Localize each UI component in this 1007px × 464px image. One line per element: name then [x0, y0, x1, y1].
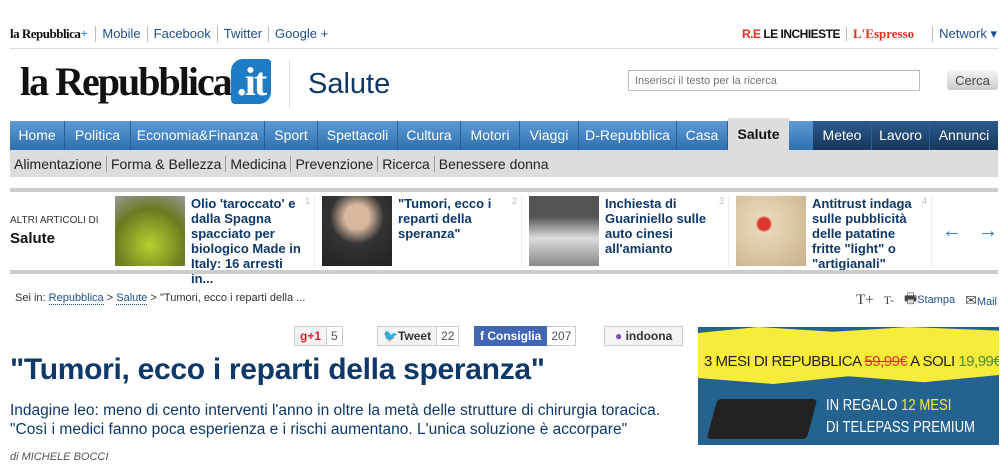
print-label: Stampa [917, 294, 956, 306]
carousel-item-title: "Tumori, ecco i reparti della speranza" [398, 196, 492, 241]
gplus-count: 5 [327, 326, 343, 346]
carousel-item[interactable]: "Tumori, ecco i reparti della speranza" … [322, 196, 522, 268]
subnav-alimentazione[interactable]: Alimentazione [14, 156, 106, 172]
link-google-plus[interactable]: Google + [268, 26, 334, 42]
sub-nav: Alimentazione Forma & Bellezza Medicina … [10, 150, 998, 177]
nav-salute[interactable]: Salute [728, 118, 789, 150]
indoona-icon: ● [615, 329, 626, 343]
nav-motori[interactable]: Motori [461, 121, 520, 150]
pata-chips-thumbnail [736, 196, 806, 266]
main-nav: Home Politica Economia&Finanza Sport Spe… [10, 118, 998, 150]
breadcrumb-repubblica[interactable]: Repubblica [48, 292, 104, 305]
indoona-label: ● indoona [604, 326, 684, 346]
mail-label: Mail [976, 295, 997, 308]
gplus-label: g+1 [294, 326, 328, 346]
subnav-forma-bellezza[interactable]: Forma & Bellezza [105, 155, 225, 172]
tweet-label: 🐦Tweet [377, 326, 438, 346]
facebook-label: f Consiglia [474, 326, 548, 346]
nav-home[interactable]: Home [10, 121, 65, 150]
link-facebook[interactable]: Facebook [146, 26, 217, 42]
tablet-image [706, 399, 818, 439]
network-links: R.E LE INCHIESTE L'Espresso Network ▾ [742, 26, 997, 42]
increase-font-button[interactable]: T+ [856, 292, 874, 309]
carousel-label: ALTRI ARTICOLI DI Salute [10, 215, 99, 247]
carousel-item-title: Olio 'taroccato' e dalla Spagna spacciat… [191, 196, 301, 286]
carousel-item-number: 3 [718, 196, 724, 206]
article-tools: T+ T- 🖶Stampa ✉Mail [856, 288, 997, 312]
carousel-item[interactable]: Olio 'taroccato' e dalla Spagna spacciat… [115, 196, 315, 286]
ad-line-3: DI TELEPASS PREMIUM [826, 419, 975, 436]
subnav-medicina[interactable]: Medicina [225, 155, 290, 172]
byline: di MICHELE BOCCI [10, 451, 109, 463]
subnav-benessere-donna[interactable]: Benessere donna [433, 155, 553, 172]
carousel-item-number: 2 [511, 196, 517, 206]
printer-icon: 🖶 [903, 290, 918, 306]
gplus-button[interactable]: g+1 5 [294, 326, 343, 346]
summary-line: Indagine leo: meno di cento interventi l… [10, 402, 661, 419]
nav-viaggi[interactable]: Viaggi [520, 121, 579, 150]
car-thumbnail [529, 196, 599, 266]
carousel-item-number: 4 [921, 196, 927, 206]
facebook-like-button[interactable]: f Consiglia 207 [474, 326, 577, 346]
arrow-right-icon[interactable]: → [978, 220, 998, 243]
advertisement-banner[interactable]: 3 MESI DI REPUBBLICA 59,99€ A SOLI 19,99… [698, 327, 999, 445]
mail-button[interactable]: ✉Mail [965, 292, 997, 309]
carousel-item[interactable]: Inchiesta di Guariniello sulle auto cine… [529, 196, 729, 268]
carousel-item-number: 1 [304, 196, 310, 206]
decrease-font-button[interactable]: T- [884, 293, 894, 308]
divider [10, 270, 998, 274]
carousel-label-text: ALTRI ARTICOLI DI [10, 215, 99, 226]
repubblica-plus-logo[interactable]: la Repubblica+ [10, 26, 88, 42]
tweet-button[interactable]: 🐦Tweet 22 [377, 326, 460, 346]
divider [289, 60, 290, 108]
nav-meteo[interactable]: Meteo [813, 121, 872, 150]
network-dropdown[interactable]: Network ▾ [933, 26, 997, 42]
nav-politica[interactable]: Politica [65, 121, 131, 150]
subnav-ricerca[interactable]: Ricerca [377, 155, 433, 172]
subnav-prevenzione[interactable]: Prevenzione [290, 155, 377, 172]
search-input[interactable] [628, 70, 920, 91]
facebook-count: 207 [547, 326, 577, 346]
nav-casa[interactable]: Casa [677, 121, 728, 150]
search-button[interactable]: Cerca [947, 70, 998, 90]
link-twitter[interactable]: Twitter [216, 26, 268, 42]
nav-spettacoli[interactable]: Spettacoli [318, 121, 398, 150]
carousel-item-title: Inchiesta di Guariniello sulle auto cine… [605, 196, 707, 256]
summary-line: "Così i medici fanno poca esperienza e i… [10, 421, 628, 438]
nav-cultura[interactable]: Cultura [398, 121, 461, 150]
print-button[interactable]: 🖶Stampa [904, 288, 955, 312]
article-summary: Indagine leo: meno di cento interventi l… [10, 401, 690, 439]
carousel-item[interactable]: Antitrust indaga sulle pubblicità delle … [736, 196, 932, 271]
breadcrumb-current: "Tumori, ecco i reparti della ... [159, 292, 306, 304]
nav-economia[interactable]: Economia&Finanza [131, 121, 265, 150]
site-logo[interactable]: la Repubblica .it [20, 58, 272, 105]
nav-sport[interactable]: Sport [265, 121, 318, 150]
breadcrumb-salute[interactable]: Salute [116, 292, 148, 305]
nav-lavoro[interactable]: Lavoro [872, 121, 930, 150]
carousel-section: Salute [10, 230, 56, 247]
arrow-left-icon[interactable]: ← [942, 220, 962, 243]
divider [10, 48, 998, 49]
divider [10, 188, 998, 192]
portrait-thumbnail [322, 196, 392, 266]
indoona-button[interactable]: ● indoona [604, 326, 684, 346]
link-mobile[interactable]: Mobile [95, 26, 146, 42]
carousel-item-title: Antitrust indaga sulle pubblicità delle … [812, 196, 912, 271]
espresso-logo[interactable]: L'Espresso [847, 26, 934, 42]
envelope-icon: ✉ [965, 291, 977, 308]
ad-line-1: 3 MESI DI REPUBBLICA 59,99€ A SOLI 19,99… [704, 353, 999, 370]
article-title: "Tumori, ecco i reparti della speranza" [10, 353, 545, 386]
breadcrumb-prefix: Sei in: [15, 292, 46, 304]
section-title: Salute [308, 68, 391, 100]
inchieste-logo[interactable]: R.E LE INCHIESTE [742, 27, 847, 41]
twitter-bird-icon: 🐦 [383, 329, 398, 343]
tweet-count: 22 [437, 326, 460, 346]
nav-d-repubblica[interactable]: D-Repubblica [579, 121, 677, 150]
ad-line-2: IN REGALO 12 MESI DI TELEPASS PREMIUM [826, 397, 975, 436]
olive-oil-thumbnail [115, 196, 185, 266]
nav-annunci[interactable]: Annunci [930, 121, 998, 150]
breadcrumb: Sei in: Repubblica > Salute > "Tumori, e… [15, 292, 306, 305]
top-links: la Repubblica+ Mobile Facebook Twitter G… [10, 26, 334, 42]
